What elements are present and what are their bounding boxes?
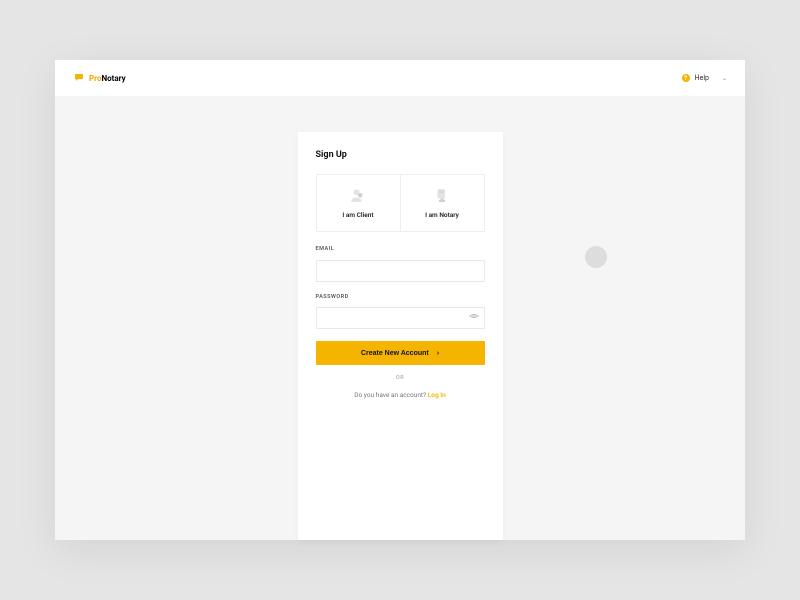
logo-icon	[73, 72, 85, 84]
email-field-wrap	[316, 257, 485, 282]
help-icon: ?	[682, 74, 690, 82]
role-option-notary[interactable]: I am Notary	[400, 175, 484, 231]
help-label: Help	[695, 74, 709, 82]
password-field-wrap	[316, 305, 485, 330]
brand-logo: ProNotary	[73, 72, 126, 84]
app-header: ProNotary ? Help ⌄	[55, 60, 745, 96]
role-label: I am Notary	[425, 211, 459, 219]
login-prompt: Do you have an account? Log In	[316, 391, 485, 399]
or-divider: OR	[316, 375, 485, 381]
eye-icon[interactable]	[469, 311, 479, 323]
password-label: PASSWORD	[316, 294, 485, 300]
email-label: EMAIL	[316, 246, 485, 252]
create-account-button[interactable]: Create New Account ›	[316, 341, 485, 365]
role-label: I am Client	[342, 211, 373, 219]
signup-card: Sign Up I am Client	[298, 132, 503, 540]
role-option-client[interactable]: I am Client	[317, 175, 400, 231]
app-window: ProNotary ? Help ⌄ Sign Up	[55, 60, 745, 540]
login-link[interactable]: Log In	[428, 391, 446, 399]
role-selector: I am Client I am Notary	[316, 174, 485, 232]
chevron-down-icon: ⌄	[722, 75, 727, 82]
decorative-dot	[585, 246, 607, 268]
submit-label: Create New Account	[361, 350, 429, 357]
client-icon	[349, 187, 367, 205]
brand-name: ProNotary	[89, 74, 126, 83]
main-area: Sign Up I am Client	[55, 96, 745, 540]
card-title: Sign Up	[316, 150, 485, 160]
email-field[interactable]	[316, 260, 485, 282]
help-dropdown[interactable]: ? Help ⌄	[682, 74, 727, 82]
password-field[interactable]	[316, 307, 485, 329]
chevron-right-icon: ›	[437, 350, 439, 357]
notary-icon	[433, 187, 451, 205]
